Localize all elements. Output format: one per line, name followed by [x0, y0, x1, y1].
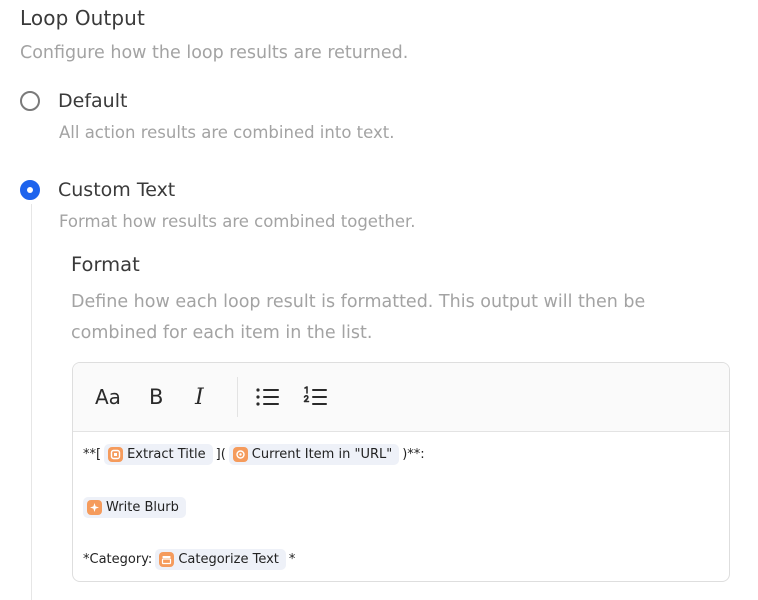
format-description: Define how each loop result is formatted… — [71, 292, 646, 343]
bold-label: B — [149, 385, 164, 409]
editor-line: *Category: Categorize Text * — [83, 547, 295, 571]
variable-chip[interactable]: Categorize Text — [155, 548, 286, 570]
variable-chip[interactable]: Extract Title — [104, 443, 213, 465]
option-default-label[interactable]: Default — [58, 90, 127, 112]
line-text: )**: — [402, 446, 425, 462]
option-custom-text-label[interactable]: Custom Text — [58, 179, 175, 201]
chip-label: Extract Title — [127, 446, 206, 462]
write-icon — [87, 499, 102, 515]
line-text: ]( — [215, 446, 226, 462]
section-description: Configure how the loop results are retur… — [20, 43, 409, 63]
editor-toolbar: Aa B I — [73, 363, 729, 432]
action-icon — [108, 446, 124, 462]
bold-icon[interactable]: B — [149, 381, 163, 413]
loop-icon — [232, 446, 248, 462]
option-default-description: All action results are combined into tex… — [59, 123, 395, 142]
italic-icon[interactable]: I — [195, 381, 204, 413]
chip-label: Write Blurb — [106, 499, 179, 515]
option-indent-line — [31, 204, 32, 600]
chip-label: Current Item in "URL" — [251, 446, 393, 462]
font-size-icon[interactable]: Aa — [95, 381, 121, 413]
font-size-label: Aa — [95, 385, 121, 409]
format-editor[interactable]: Aa B I **[Extract Title](Current Item… — [72, 362, 730, 582]
line-text: **[ — [83, 446, 102, 462]
section-title: Loop Output — [20, 6, 145, 30]
toolbar-divider — [237, 377, 238, 417]
radio-custom-text[interactable] — [20, 180, 40, 200]
italic-label: I — [195, 384, 204, 410]
variable-chip[interactable]: Current Item in "URL" — [228, 443, 400, 465]
option-custom-text-description: Format how results are combined together… — [59, 212, 416, 231]
format-title: Format — [71, 253, 140, 276]
categorize-icon — [159, 551, 175, 567]
line-text: * — [288, 551, 296, 567]
line-text: *Category: — [83, 551, 153, 567]
chip-label: Categorize Text — [178, 551, 279, 567]
variable-chip[interactable]: Write Blurb — [83, 496, 186, 518]
radio-default[interactable] — [20, 91, 40, 111]
editor-line: Write Blurb — [83, 495, 189, 519]
editor-line: **[ Extract Title ]( Current Item in "UR… — [83, 442, 425, 466]
bullet-list-icon[interactable] — [255, 381, 281, 413]
numbered-list-icon[interactable] — [303, 381, 329, 413]
